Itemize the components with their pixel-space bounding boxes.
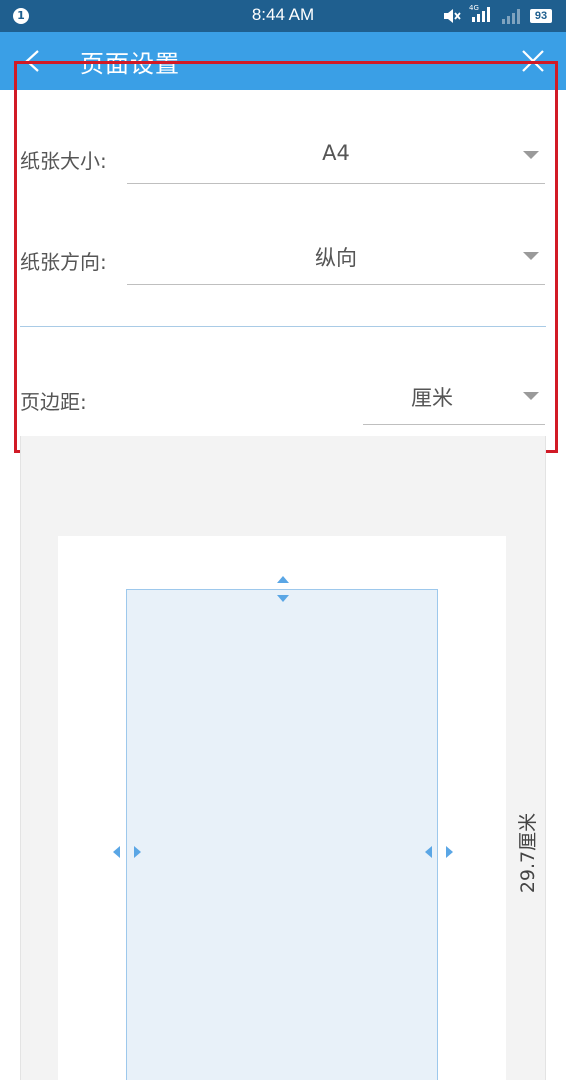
paper-size-select[interactable]: A4	[127, 127, 545, 184]
app-header: 页面设置	[0, 32, 566, 90]
dropdown-arrow-icon	[523, 392, 539, 400]
status-icons: 4G 93	[442, 4, 552, 26]
battery-icon: 93	[530, 9, 552, 23]
orientation-select[interactable]: 纵向	[127, 228, 545, 285]
network-type: 4G	[469, 4, 479, 12]
margin-handle-icon[interactable]	[277, 576, 289, 583]
section-divider	[20, 326, 546, 327]
orientation-value: 纵向	[315, 246, 357, 270]
dropdown-arrow-icon	[523, 252, 539, 260]
dropdown-arrow-icon	[523, 151, 539, 159]
signal-secondary-icon	[502, 9, 520, 24]
signal-group: 4G	[469, 4, 492, 26]
margin-handle-icon[interactable]	[134, 846, 141, 858]
back-arrow-icon[interactable]	[18, 46, 48, 76]
margins-row: 页边距: 厘米	[0, 368, 566, 428]
close-icon[interactable]	[520, 48, 546, 74]
margins-label: 页边距:	[20, 390, 87, 414]
margin-handle-icon[interactable]	[277, 595, 289, 602]
status-bar: 1 8:44 AM 4G 93	[0, 0, 566, 32]
page-title: 页面设置	[80, 50, 180, 78]
margin-handle-icon[interactable]	[425, 846, 432, 858]
paper-size-label: 纸张大小:	[20, 149, 107, 173]
orientation-row: 纸张方向: 纵向	[0, 228, 566, 288]
margin-handle-icon[interactable]	[446, 846, 453, 858]
mute-icon	[444, 9, 461, 23]
content-area-preview	[126, 589, 438, 1080]
orientation-label: 纸张方向:	[20, 250, 107, 274]
margin-unit-select[interactable]: 厘米	[363, 368, 545, 425]
paper-size-value: A4	[322, 141, 350, 165]
margin-handle-icon[interactable]	[113, 846, 120, 858]
paper-height-label: 29.7厘米	[517, 812, 539, 894]
paper-size-row: 纸张大小: A4	[0, 127, 566, 187]
